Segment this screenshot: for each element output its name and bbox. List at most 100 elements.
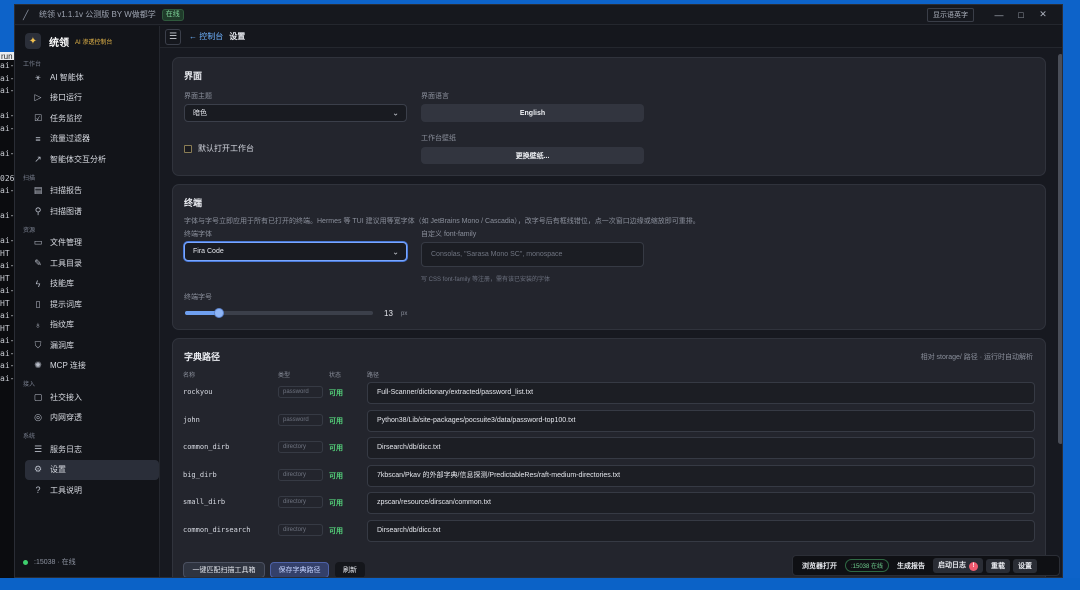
port-status-pill: :15038 在线: [845, 559, 890, 572]
table-row: common_dirsearch directory 可用 Dirsearch/db/…: [183, 519, 1037, 542]
back-to-console-link[interactable]: ← 控制台: [189, 31, 223, 42]
checkbox-icon[interactable]: [184, 144, 192, 153]
terminal-description: 字体与字号立即应用于所有已打开的终端。Hermes 等 TUI 建议用等宽字体（…: [184, 218, 700, 225]
sidebar-item-label: AI 智能体: [50, 72, 84, 82]
table-row: common_dirb directory 可用 Dirsearch/db/dicc.…: [183, 437, 1037, 459]
sidebar-item[interactable]: ▢ 社交接入: [25, 387, 159, 408]
sidebar-item[interactable]: ? 工具说明: [25, 480, 159, 501]
sidebar-item[interactable]: ⚙ 设置: [25, 459, 159, 480]
theme-select[interactable]: 暗色 ⌄: [184, 104, 407, 122]
dict-path-input[interactable]: Dirsearch/db/dicc.txt: [367, 437, 1035, 459]
sidebar-item-label: 扫描报告: [50, 186, 82, 196]
dict-type-field[interactable]: directory: [278, 441, 323, 453]
dict-status-cell: 可用: [329, 445, 343, 452]
dictionary-card-title: 字典路径: [184, 352, 221, 362]
sidebar-item-label: 指纹库: [50, 320, 74, 330]
maximize-icon[interactable]: □: [1010, 10, 1032, 20]
globe-icon: ◎: [34, 412, 42, 423]
sidebar-item[interactable]: ▯ 提示词库: [25, 294, 159, 315]
dict-path-input[interactable]: Python38/Lib/site-packages/pocsuite3/dat…: [367, 409, 1035, 432]
save-dict-paths-button[interactable]: 保存字典路径: [270, 562, 329, 577]
chat-icon: ▢: [33, 391, 43, 402]
sidebar-item-label: 流量过滤器: [50, 134, 90, 144]
dict-type-field[interactable]: directory: [278, 496, 323, 508]
startup-log-button[interactable]: 启动日志!: [933, 558, 984, 573]
dict-path-input[interactable]: Dirsearch/db/dicc.txt: [367, 519, 1035, 542]
dict-path-input[interactable]: Full-Scanner/dictionary/extracted/passwo…: [367, 382, 1035, 404]
server-status: :15038 · 在线: [23, 557, 76, 567]
interface-card-title: 界面: [184, 71, 203, 81]
dictionary-hint: 相对 storage/ 路径 · 运行时自动解析: [920, 354, 1033, 361]
slider-handle[interactable]: [213, 308, 224, 318]
restart-button[interactable]: 重载: [986, 558, 1011, 573]
minimize-icon[interactable]: —: [988, 10, 1010, 20]
scrollbar[interactable]: [1057, 54, 1062, 574]
dict-type-field[interactable]: directory: [278, 468, 323, 481]
play-icon: ▷: [34, 92, 42, 103]
table-row: small_dirb directory 可用 zpscan/resource/dir…: [183, 492, 1037, 514]
sidebar-item[interactable]: ϟ 技能库: [25, 274, 159, 295]
scrollbar-thumb[interactable]: [1058, 54, 1062, 444]
dict-type-field[interactable]: password: [278, 413, 323, 426]
close-icon[interactable]: ✕: [1032, 9, 1054, 20]
app-logo-icon: ╱: [23, 9, 29, 20]
language-english-button[interactable]: English: [421, 104, 644, 122]
sidebar-item[interactable]: ≡ 流量过滤器: [25, 129, 159, 150]
sidebar-item[interactable]: ✺ MCP 连接: [25, 356, 159, 377]
dict-path-input[interactable]: 7kbscan/Pkav 的外部字典/信息探测/PredictableRes/r…: [367, 464, 1035, 487]
menu-toggle-icon[interactable]: ☰: [165, 28, 181, 45]
folder-icon: ▭: [33, 237, 43, 248]
sidebar-item[interactable]: ⚲ 扫描图谱: [25, 201, 159, 222]
sidebar-item[interactable]: ▤ 扫描报告: [25, 181, 159, 202]
shield-icon: ⛉: [34, 339, 42, 350]
change-wallpaper-button[interactable]: 更换壁纸...: [421, 147, 644, 164]
sidebar-item-label: 内网穿透: [50, 413, 82, 423]
table-row: john password 可用 Python38/Lib/site-packages…: [183, 409, 1037, 432]
background-terminal: ai-ai-ai-ai-ai-ai- 026 ai-ai-ai- HT ai- HT ai-…: [0, 60, 14, 590]
alert-badge-icon: !: [969, 562, 979, 571]
sidebar-item[interactable]: ⛉ 漏洞库: [25, 335, 159, 356]
mcp-icon: ✺: [34, 360, 42, 371]
open-in-browser-button[interactable]: 浏览器打开: [797, 559, 842, 573]
terminal-size-slider[interactable]: [185, 308, 373, 318]
generate-report-button[interactable]: 生成报告: [892, 559, 930, 573]
custom-font-input[interactable]: Consolas, "Sarasa Mono SC", monospace: [421, 242, 644, 267]
sidebar-item[interactable]: ▷ 接口运行: [25, 88, 159, 109]
dict-type-field[interactable]: directory: [278, 523, 323, 536]
sidebar-section-title: 资源: [23, 227, 36, 234]
dict-type-field[interactable]: password: [278, 386, 323, 398]
refresh-button[interactable]: 刷新: [335, 562, 365, 577]
auto-match-button[interactable]: 一键匹配扫描工具箱: [183, 562, 265, 577]
sidebar-item[interactable]: ☰ 服务日志: [25, 439, 159, 460]
brand-subtitle: AI 渗透控制台: [75, 39, 113, 46]
sidebar-section-title: 工作台: [23, 62, 42, 68]
dict-path-input[interactable]: zpscan/resource/dirscan/common.txt: [367, 492, 1035, 514]
online-dot-icon: [23, 559, 28, 565]
dict-name-cell: common_dirsearch: [183, 525, 251, 534]
dict-name-cell: big_dirb: [183, 470, 217, 479]
display-toggle-button[interactable]: 显示语英字: [927, 7, 974, 22]
sidebar-item[interactable]: ⚹ AI 智能体: [25, 67, 159, 88]
sidebar-item[interactable]: ↗ 智能体交互分析: [25, 149, 159, 170]
dict-name-cell: rockyou: [183, 388, 213, 396]
sidebar-item[interactable]: ◎ 内网穿透: [25, 408, 159, 429]
terminal-size-value: 13: [384, 309, 393, 318]
sidebar-item-label: 文件管理: [50, 238, 82, 248]
sidebar-item-label: 提示词库: [50, 299, 82, 309]
sidebar-item-label: 技能库: [50, 279, 74, 289]
dock-settings-button[interactable]: 设置: [1013, 558, 1038, 573]
sidebar-item[interactable]: ♁ 指纹库: [25, 315, 159, 336]
sidebar-item[interactable]: ▭ 文件管理: [25, 233, 159, 254]
custom-font-hint: 写 CSS font-family 等注册，需有该已安装的字体: [421, 277, 551, 283]
default-workbench-checkbox[interactable]: 默认打开工作台: [184, 143, 254, 154]
sidebar-item[interactable]: ☑ 任务监控: [25, 108, 159, 129]
dict-name-cell: john: [183, 415, 200, 424]
sidebar-item-label: 智能体交互分析: [50, 154, 106, 164]
column-header-type: 类型: [278, 373, 291, 379]
default-workbench-label: 默认打开工作台: [198, 144, 254, 153]
filter-icon: ≡: [35, 133, 41, 144]
chevron-down-icon: ⌄: [392, 108, 399, 118]
sidebar-item[interactable]: ✎ 工具目录: [25, 253, 159, 274]
dict-status-cell: 可用: [329, 390, 343, 397]
terminal-font-select[interactable]: Fira Code ⌄: [184, 242, 407, 261]
